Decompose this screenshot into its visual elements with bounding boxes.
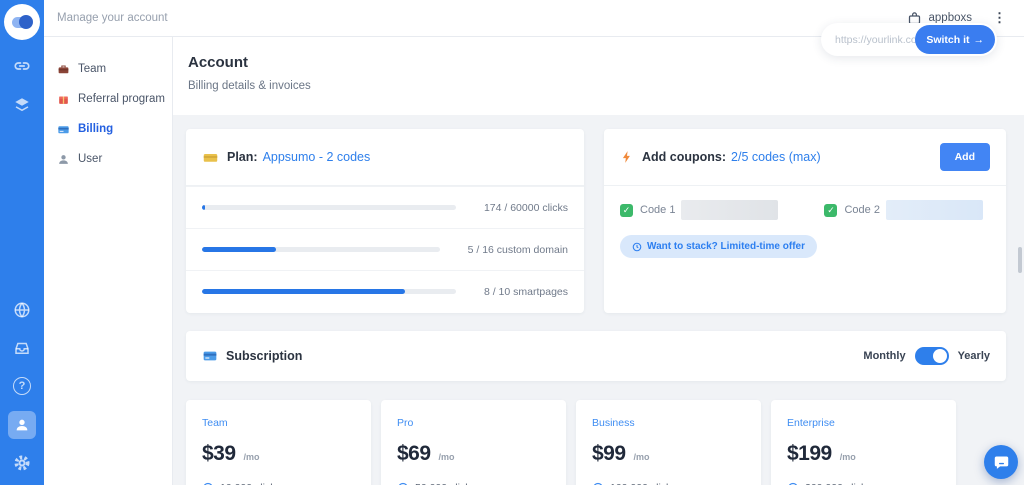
page-title: Account (188, 54, 248, 71)
subnav-item-referral[interactable]: Referral program (44, 84, 172, 114)
code2-checkbox-icon[interactable]: ✓ (824, 204, 837, 217)
plan-usage-row: 8 / 10 smartpages (186, 270, 584, 312)
check-glyph: ✓ (623, 205, 631, 216)
vertical-scrollbar-thumb[interactable] (1018, 247, 1022, 273)
plan-value-link[interactable]: Appsumo - 2 codes (263, 150, 371, 164)
plan-name: Enterprise (787, 417, 940, 429)
chat-launcher-button[interactable] (984, 445, 1018, 479)
clock-icon (632, 242, 642, 252)
coupons-count: 2/5 codes (max) (731, 150, 821, 164)
plan-price: $69 (397, 442, 431, 466)
pricing-card-pro[interactable]: Pro $69 /mo 50,000 clicks (381, 400, 566, 485)
switch-it-label: Switch it (926, 34, 969, 46)
plan-card: Plan: Appsumo - 2 codes 174 / 60000 clic… (186, 129, 584, 313)
code1-checkbox-icon[interactable]: ✓ (620, 204, 633, 217)
layers-icon[interactable] (13, 96, 31, 114)
settings-gear-icon[interactable] (13, 454, 31, 472)
monthly-label: Monthly (863, 350, 905, 362)
chat-bubble-icon (993, 454, 1010, 471)
subscription-card-icon (202, 348, 218, 364)
plan-card-header: Plan: Appsumo - 2 codes (186, 129, 584, 186)
plan-usage-row: 174 / 60000 clicks (186, 186, 584, 228)
subscription-label: Subscription (226, 349, 302, 363)
briefcase-icon (57, 63, 70, 76)
plan-label: Plan: (227, 150, 258, 164)
lightning-icon (620, 150, 634, 164)
plan-card-yellow-icon (202, 149, 219, 166)
plan-period: /mo (439, 452, 455, 462)
check-glyph: ✓ (827, 205, 835, 216)
plan-period: /mo (244, 452, 260, 462)
plan-usage-row: 5 / 16 custom domain (186, 228, 584, 270)
code1-label: Code 1 (640, 204, 675, 216)
inbox-icon[interactable] (13, 339, 31, 357)
smartpages-progress-bar (202, 289, 456, 294)
content-area: Plan: Appsumo - 2 codes 174 / 60000 clic… (173, 115, 1024, 485)
coupons-card: Add coupons: 2/5 codes (max) Add ✓ Code … (604, 129, 1006, 313)
subnav-item-user[interactable]: User (44, 144, 172, 174)
pricing-card-business[interactable]: Business $99 /mo 100,000 clicks (576, 400, 761, 485)
switch-it-button[interactable]: Switch it → (915, 25, 995, 54)
plan-price: $99 (592, 442, 626, 466)
plan-price: $39 (202, 442, 236, 466)
billing-period-toggle[interactable] (915, 347, 949, 365)
stack-offer-pill[interactable]: Want to stack? Limited-time offer (620, 235, 817, 258)
topbar-title: Manage your account (57, 12, 168, 24)
app-logo[interactable] (4, 4, 40, 40)
account-subnav: Team Referral program Billing User (44, 37, 173, 485)
switch-link-widget: Switch it → (821, 23, 997, 56)
subnav-label: User (78, 153, 102, 165)
subnav-label: Billing (78, 123, 113, 135)
clicks-usage-label: 174 / 60000 clicks (484, 202, 568, 214)
yearly-label: Yearly (958, 350, 990, 362)
domains-progress-bar (202, 247, 440, 252)
credit-card-icon (57, 123, 70, 136)
coupons-card-header: Add coupons: 2/5 codes (max) Add (604, 129, 1006, 186)
gift-icon (57, 93, 70, 106)
coupon-code-item: ✓ Code 1 (620, 200, 778, 220)
plan-price: $199 (787, 442, 832, 466)
plan-name: Business (592, 417, 745, 429)
stack-offer-label: Want to stack? Limited-time offer (647, 241, 805, 252)
account-user-icon[interactable] (8, 411, 36, 439)
clicks-progress-bar (202, 205, 456, 210)
subscription-bar: Subscription Monthly Yearly (186, 331, 1006, 381)
toggle-knob (933, 349, 947, 363)
icon-rail: ? (0, 0, 44, 485)
plan-name: Pro (397, 417, 550, 429)
subnav-label: Referral program (78, 93, 165, 105)
code2-label: Code 2 (844, 204, 879, 216)
globe-icon[interactable] (13, 301, 31, 319)
add-coupon-button[interactable]: Add (940, 143, 990, 171)
domains-usage-label: 5 / 16 custom domain (468, 244, 568, 256)
pricing-card-team[interactable]: Team $39 /mo 10,000 clicks (186, 400, 371, 485)
subnav-item-billing[interactable]: Billing (44, 114, 172, 144)
coupons-label: Add coupons: (642, 150, 726, 164)
code1-redacted-value (681, 200, 778, 220)
overflow-menu-icon[interactable]: ⋮ (993, 10, 1006, 26)
plan-period: /mo (840, 452, 856, 462)
subnav-item-team[interactable]: Team (44, 54, 172, 84)
coupon-code-item: ✓ Code 2 (824, 200, 982, 220)
subnav-label: Team (78, 63, 106, 75)
arrow-right-icon: → (974, 34, 985, 46)
user-icon (57, 153, 70, 166)
code2-redacted-value (886, 200, 983, 220)
plan-name: Team (202, 417, 355, 429)
smartpages-usage-label: 8 / 10 smartpages (484, 286, 568, 298)
help-icon[interactable]: ? (13, 377, 31, 395)
pricing-card-enterprise[interactable]: Enterprise $199 /mo 200,000 clicks (771, 400, 956, 485)
plan-period: /mo (634, 452, 650, 462)
toggle-logo-icon (12, 17, 32, 28)
link-icon[interactable] (13, 57, 31, 75)
page-subtitle: Billing details & invoices (188, 80, 311, 92)
help-glyph: ? (19, 380, 26, 392)
